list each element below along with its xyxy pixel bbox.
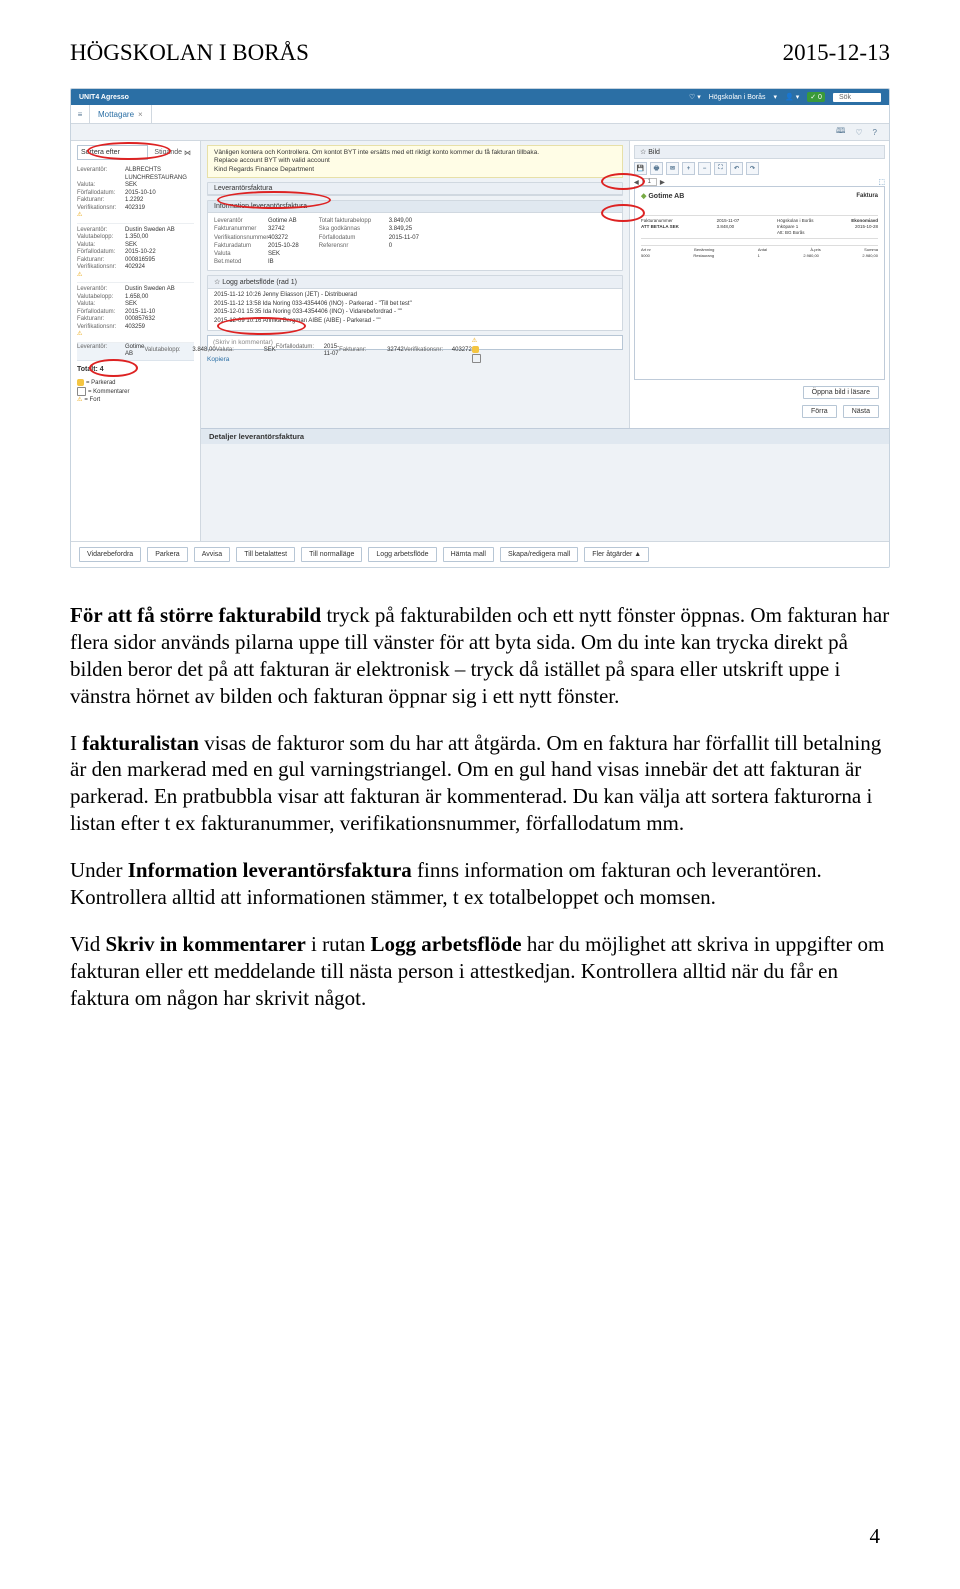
zoomout-icon[interactable]: − — [698, 162, 711, 175]
org-label: Högskolan i Borås — [709, 94, 766, 101]
panel-info-header[interactable]: Information leverantörsfaktura — [208, 201, 622, 213]
footer-button[interactable]: Avvisa — [194, 547, 231, 562]
panel-log-header[interactable]: ☆ Logg arbetsflöde (rad 1) — [208, 276, 622, 289]
next-page-icon[interactable]: ▶ — [660, 179, 665, 186]
legend-parkerad: = Parkerad — [77, 379, 194, 387]
zoomin-icon[interactable]: + — [682, 162, 695, 175]
screenshot-container: UNIT4 Agresso ♡ ▾ Högskolan i Borås ▾ 👤 … — [70, 88, 890, 568]
org-dropdown-icon[interactable]: ▾ — [774, 93, 778, 101]
footer-button[interactable]: Parkera — [147, 547, 188, 562]
print-icon[interactable]: 🕮 — [836, 125, 845, 139]
message-box: Vänligen kontera och Kontrollera. Om kon… — [207, 145, 623, 178]
sidebar-invoice-item[interactable]: Leverantör:Gotime ABValutabelopp:3.848,0… — [77, 343, 194, 361]
panel-detaljer-header[interactable]: Detaljer leverantörsfaktura — [201, 428, 889, 444]
copy-link[interactable]: Kopiera — [201, 354, 629, 365]
tab-row: ≡ Mottagare × — [71, 105, 889, 124]
heart-icon[interactable]: ♡ ▾ — [689, 93, 701, 101]
sort-dropdown[interactable]: Sortera efter — [77, 145, 148, 160]
save-icon[interactable]: 💾 — [634, 162, 647, 175]
log-line: 2015-12-01 15:35 Ida Noring 033-4354406 … — [214, 309, 616, 317]
invoice-image[interactable]: ◆ Gotime AB Faktura Fakturanummer ATT BE… — [634, 186, 885, 380]
page-number: 1 — [642, 178, 657, 186]
print2-icon[interactable]: 🖶 — [650, 162, 663, 175]
footer-button[interactable]: Till normalläge — [301, 547, 362, 562]
panel-levfak: Leverantörsfaktura — [207, 182, 623, 196]
mail-icon[interactable]: ✉ — [666, 162, 679, 175]
brand-label: UNIT4 Agresso — [79, 94, 129, 101]
heart2-icon[interactable]: ♡ — [855, 128, 862, 137]
legend-kommentarer: = Kommentarer — [77, 387, 194, 396]
legend-fort: = Fort — [77, 396, 194, 404]
search-input[interactable]: Sök — [839, 94, 851, 101]
fit-icon[interactable]: ⛶ — [714, 162, 727, 175]
sidebar-invoice-item[interactable]: Leverantör:ALBRECHTS LUNCHRESTAURANGValu… — [77, 164, 194, 224]
help-icon[interactable]: ? — [873, 128, 877, 137]
menu-icon[interactable]: ≡ — [71, 105, 90, 123]
close-icon[interactable]: × — [138, 110, 143, 119]
doc-header-left: HÖGSKOLAN I BORÅS — [70, 40, 309, 66]
page-number-footer: 4 — [870, 1524, 881, 1549]
rot-left-icon[interactable]: ↶ — [730, 162, 743, 175]
doc-header-right: 2015-12-13 — [783, 40, 890, 66]
open-image-button[interactable]: Öppna bild i läsare — [803, 386, 879, 399]
footer-button[interactable]: Fler åtgärder ▲ — [584, 547, 649, 562]
sidebar: Sortera efter Stigande ⋈ Leverantör:ALBR… — [71, 141, 201, 541]
sidebar-invoice-item[interactable]: Leverantör:Dustin Sweden ABValutabelopp:… — [77, 224, 194, 284]
image-panel: ☆ Bild 💾 🖶 ✉ + − ⛶ ↶ ↷ ◀ — [629, 141, 889, 428]
sort-dir[interactable]: Stigande ⋈ — [151, 146, 194, 159]
total-count: Totalt: 4 — [77, 366, 194, 373]
next-button[interactable]: Nästa — [843, 405, 879, 418]
prev-button[interactable]: Förra — [802, 405, 837, 418]
tab-mottagare[interactable]: Mottagare × — [90, 105, 152, 123]
footer-button[interactable]: Vidarebefordra — [79, 547, 141, 562]
log-line: 2015-11-12 10:26 Jenny Eliasson (JET) - … — [214, 292, 616, 300]
paragraph-4: Vid Skriv in kommentarer i rutan Logg ar… — [70, 931, 890, 1012]
check-icon[interactable]: ✓ 0 — [807, 92, 825, 102]
footer-button[interactable]: Skapa/redigera mall — [500, 547, 578, 562]
paragraph-3: Under Information leverantörsfaktura fin… — [70, 857, 890, 911]
log-line: 2015-11-12 13:58 Ida Noring 033-4354406 … — [214, 301, 616, 309]
footer-button[interactable]: Hämta mall — [443, 547, 494, 562]
footer-button[interactable]: Till betalattest — [236, 547, 295, 562]
prev-page-icon[interactable]: ◀ — [634, 179, 639, 186]
tab-label: Mottagare — [98, 110, 134, 119]
action-footer: Vidarebefordra Parkera Avvisa Till betalatt… — [71, 541, 889, 567]
log-line: 2015-12-09 10:16 Annika Bergman AIBE (AI… — [214, 318, 616, 326]
main-area: Vänligen kontera och Kontrollera. Om kon… — [201, 141, 889, 541]
sidebar-invoice-item[interactable]: Leverantör:Dustin Sweden ABValutabelopp:… — [77, 283, 194, 343]
footer-button[interactable]: Logg arbetsflöde — [368, 547, 436, 562]
panel-bild-header[interactable]: ☆ Bild — [634, 145, 885, 159]
rot-right-icon[interactable]: ↷ — [746, 162, 759, 175]
app-topbar: UNIT4 Agresso ♡ ▾ Högskolan i Borås ▾ 👤 … — [71, 89, 889, 105]
paragraph-1: För att få större fakturabild tryck på f… — [70, 602, 890, 710]
paragraph-2: I fakturalistan visas de fakturor som du… — [70, 730, 890, 838]
user-icon[interactable]: 👤 ▾ — [785, 93, 799, 101]
panel-info: Information leverantörsfaktura Leverantö… — [207, 200, 623, 271]
panel-log: ☆ Logg arbetsflöde (rad 1) 2015-11-12 10… — [207, 275, 623, 331]
panel-levfak-header[interactable]: Leverantörsfaktura — [208, 183, 622, 195]
